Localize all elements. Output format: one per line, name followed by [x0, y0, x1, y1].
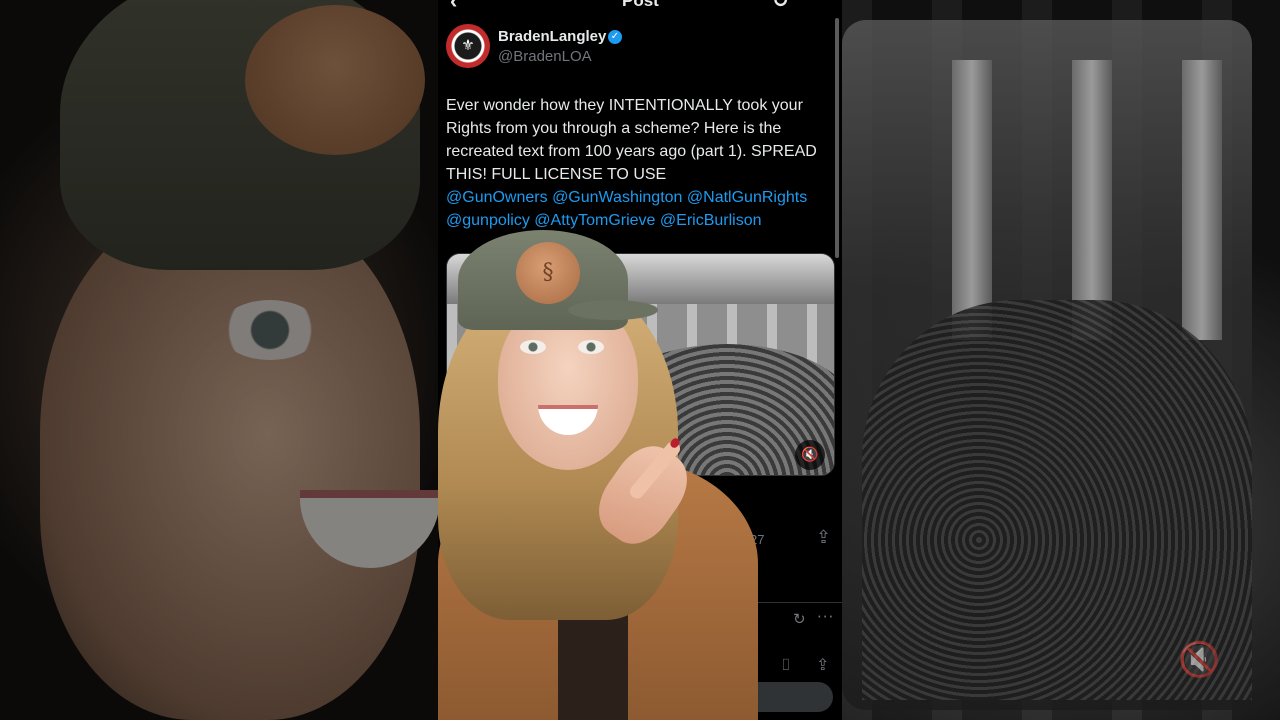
creator-eye: [578, 340, 604, 354]
bookmark-icon[interactable]: ⌷: [781, 655, 791, 675]
cap-patch-logo: §: [516, 242, 580, 304]
share-icon[interactable]: ⇪: [816, 527, 831, 548]
post-text-intro: Ever wonder how they INTENTIONALLY took …: [446, 97, 817, 183]
mention-link[interactable]: @GunWashington: [552, 189, 682, 206]
background-mute-icon: 🔇: [1178, 640, 1221, 680]
creator-cap-brim: [568, 300, 658, 320]
mute-icon[interactable]: 🔇: [795, 440, 825, 470]
mention-link[interactable]: @NatlGunRights: [687, 189, 807, 206]
background-face: [40, 200, 420, 720]
page-title: Post: [622, 0, 659, 10]
background-left-blur: [0, 0, 440, 720]
avatar[interactable]: ⚜: [446, 24, 490, 68]
refresh-icon[interactable]: ↻: [772, 0, 789, 12]
verified-badge-icon: ✓: [608, 30, 622, 44]
background-column: [1182, 60, 1222, 340]
post-text: Ever wonder how they INTENTIONALLY took …: [446, 94, 830, 232]
author-handle[interactable]: @BradenLOA: [498, 48, 592, 65]
background-right-blur: 🔇: [842, 0, 1280, 720]
share-icon[interactable]: ⇪: [816, 655, 829, 674]
author-name[interactable]: BradenLangley: [498, 28, 606, 45]
creator-overlay: §: [438, 220, 768, 720]
scrollbar[interactable]: [835, 18, 839, 258]
background-column: [952, 60, 992, 340]
top-bar: ‹ Post ↻: [438, 0, 842, 16]
more-icon[interactable]: ···: [817, 608, 834, 626]
repost-icon[interactable]: ↻: [793, 610, 806, 628]
back-arrow-icon[interactable]: ‹: [450, 0, 457, 14]
background-eye: [220, 300, 320, 360]
background-cap-patch: [245, 5, 425, 155]
mention-link[interactable]: @GunOwners: [446, 189, 548, 206]
creator-eye: [520, 340, 546, 354]
background-column: [1072, 60, 1112, 340]
